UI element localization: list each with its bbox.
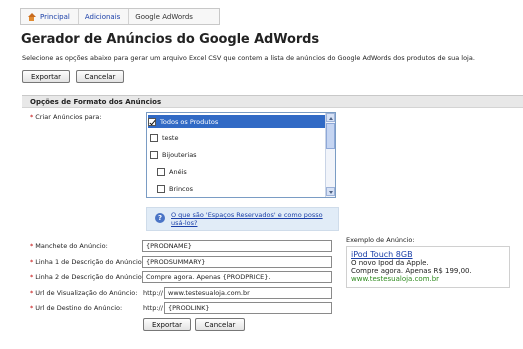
checkbox[interactable] xyxy=(157,167,165,176)
help-icon: ? xyxy=(155,213,165,223)
list-item-label: Todos os Produtos xyxy=(160,117,219,126)
breadcrumb-current: Google AdWords xyxy=(128,9,201,24)
headline-label-text: Manchete do Anúncio: xyxy=(35,242,108,250)
display-url-label-text: Url de Visualização do Anúncio: xyxy=(35,289,138,297)
required-marker: * xyxy=(30,289,34,297)
scroll-thumb[interactable] xyxy=(326,123,335,149)
list-item-label: Brincos xyxy=(169,184,193,193)
list-item-label: Anéis xyxy=(169,167,187,176)
list-item-bijouterias[interactable]: Bijouterias xyxy=(150,148,197,161)
breadcrumb-item-principal[interactable]: Principal xyxy=(40,13,70,21)
scroll-down-icon[interactable] xyxy=(326,187,335,196)
page-description: Selecione as opções abaixo para gerar um… xyxy=(22,54,475,62)
create-for-label-text: Criar Anúncios para: xyxy=(35,113,102,121)
display-url-label: * Url de Visualização do Anúncio: xyxy=(30,289,137,297)
description-line2-input[interactable]: Compre agora. Apenas {PRODPRICE}. xyxy=(142,271,332,283)
placeholder-help-box: ? O que são 'Espaços Reservados' e como … xyxy=(146,207,339,231)
product-category-list[interactable]: Todos os Produtos teste Bijouterias Anéi… xyxy=(146,112,336,198)
checkbox[interactable] xyxy=(148,117,156,126)
breadcrumb-item-adicionais[interactable]: Adicionais xyxy=(85,13,120,21)
destination-url-prefix: http:// xyxy=(143,304,163,312)
export-button-bottom[interactable]: Exportar xyxy=(143,318,191,331)
create-for-label: * Criar Anúncios para: xyxy=(30,113,102,121)
list-item-aneis[interactable]: Anéis xyxy=(157,165,187,178)
required-marker: * xyxy=(30,304,34,312)
ad-example-box: iPod Touch 8GB O novo Ipod da Apple. Com… xyxy=(346,246,510,288)
destination-url-input[interactable]: {PRODLINK} xyxy=(164,302,332,314)
cancel-button-top[interactable]: Cancelar xyxy=(76,70,124,83)
breadcrumb-home[interactable]: Principal xyxy=(21,9,78,24)
page-title: Gerador de Anúncios do Google AdWords xyxy=(21,32,320,47)
display-url-input[interactable]: www.testesualoja.com.br xyxy=(164,287,332,299)
headline-label: * Manchete do Anúncio: xyxy=(30,242,108,250)
description-line2-label: * Linha 2 de Descrição do Anúncio: xyxy=(30,273,144,281)
description-line1-input[interactable]: {PRODSUMMARY} xyxy=(142,256,332,268)
section-title: Opções de Formato dos Anúncios xyxy=(22,96,523,108)
list-scrollbar[interactable] xyxy=(325,113,335,197)
list-item-teste[interactable]: teste xyxy=(150,131,178,144)
ad-example-url: www.testesualoja.com.br xyxy=(351,275,440,283)
description-line1-label: * Linha 1 de Descrição do Anúncio: xyxy=(30,258,144,266)
ad-example-line1: O novo Ipod da Apple. xyxy=(351,259,429,267)
breadcrumb: Principal Adicionais Google AdWords xyxy=(20,8,220,25)
required-marker: * xyxy=(30,258,34,266)
checkbox[interactable] xyxy=(150,133,158,142)
list-item-todos-os-produtos[interactable]: Todos os Produtos xyxy=(148,115,325,128)
list-item-label: Bijouterias xyxy=(162,150,197,159)
list-item-brincos[interactable]: Brincos xyxy=(157,182,193,195)
required-marker: * xyxy=(30,242,34,250)
breadcrumb-adicionais[interactable]: Adicionais xyxy=(77,9,128,24)
scroll-up-icon[interactable] xyxy=(326,113,335,122)
display-url-prefix: http:// xyxy=(143,289,163,297)
ad-example-title: iPod Touch 8GB xyxy=(351,250,413,259)
export-button-top[interactable]: Exportar xyxy=(22,70,70,83)
required-marker: * xyxy=(30,113,34,121)
required-marker: * xyxy=(30,273,34,281)
breadcrumb-item-google-adwords: Google AdWords xyxy=(135,12,193,21)
checkbox[interactable] xyxy=(157,184,165,193)
description-line2-label-text: Linha 2 de Descrição do Anúncio: xyxy=(35,273,144,281)
ad-example-line2: Compre agora. Apenas R$ 199,00. xyxy=(351,267,472,275)
home-icon xyxy=(27,12,36,21)
destination-url-label: * Url de Destino do Anúncio: xyxy=(30,304,122,312)
checkbox[interactable] xyxy=(150,150,158,159)
placeholder-help-link[interactable]: O que são 'Espaços Reservados' e como po… xyxy=(171,211,334,227)
headline-input[interactable]: {PRODNAME} xyxy=(142,240,332,252)
description-line1-label-text: Linha 1 de Descrição do Anúncio: xyxy=(35,258,144,266)
cancel-button-bottom[interactable]: Cancelar xyxy=(195,318,245,331)
destination-url-label-text: Url de Destino do Anúncio: xyxy=(35,304,123,312)
list-item-label: teste xyxy=(162,133,179,142)
ad-example-label: Exemplo de Anúncio: xyxy=(346,236,415,244)
